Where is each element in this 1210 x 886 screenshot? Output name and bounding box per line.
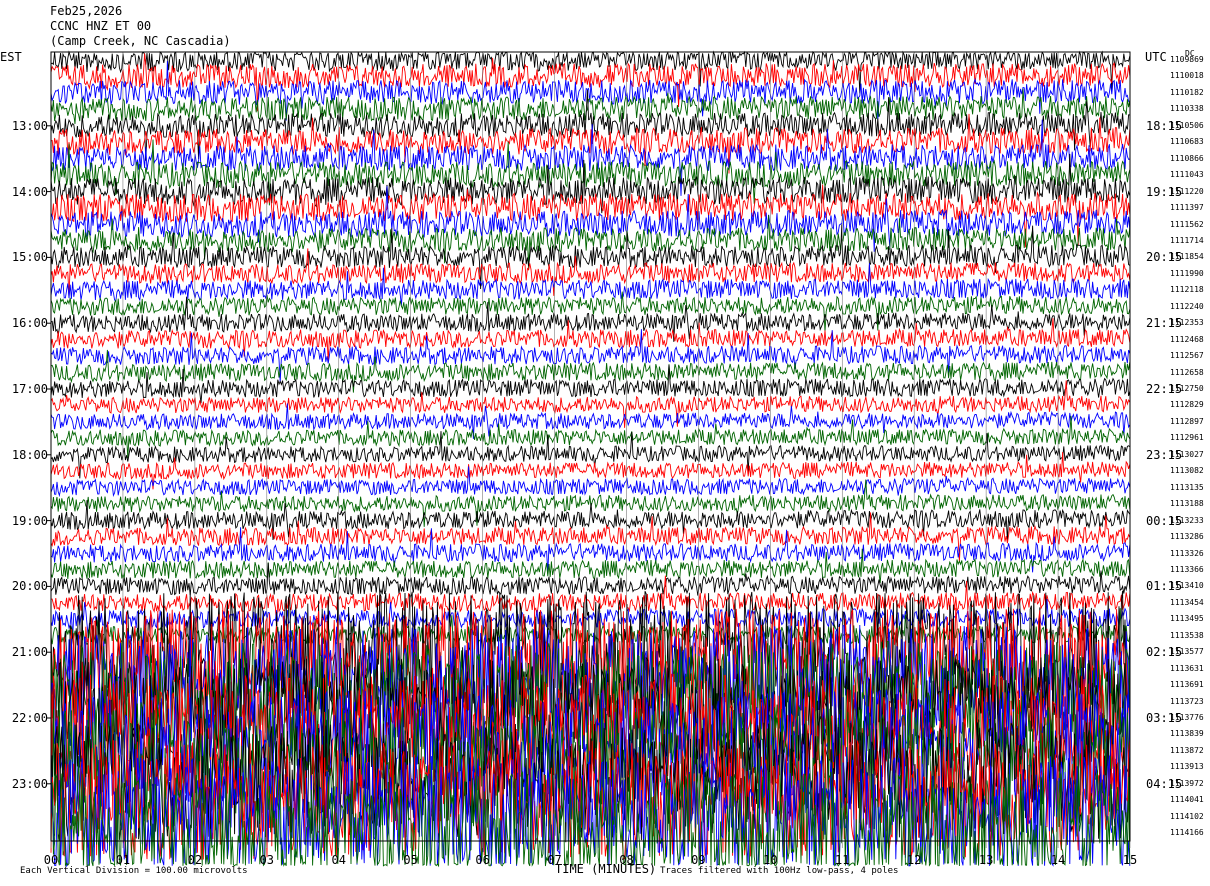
dc-offset-label: 1113027 <box>1170 449 1204 459</box>
dc-offset-label: 1111562 <box>1170 219 1204 229</box>
trace-line <box>50 562 1131 596</box>
dc-offset-label: 1110506 <box>1170 120 1204 130</box>
left-hour-label: 18:00 <box>11 447 48 462</box>
x-tick-label: 12 <box>906 853 922 867</box>
dc-offset-label: 1113188 <box>1170 499 1204 509</box>
dc-offset-label: 1113577 <box>1170 647 1204 657</box>
x-tick-label: 06 <box>475 853 490 867</box>
trace-line <box>50 60 1130 121</box>
dc-offset-label: 1111397 <box>1170 203 1204 213</box>
trace-group <box>50 50 1131 868</box>
dc-offset-label: 1113326 <box>1170 548 1204 558</box>
dc-offset-label: 1113839 <box>1170 729 1204 739</box>
trace-line <box>50 431 1131 479</box>
dc-offset-label: 1113233 <box>1170 515 1204 525</box>
dc-offset-label: 1114041 <box>1170 795 1204 805</box>
left-hour-label: 21:00 <box>11 645 48 660</box>
dc-offset-label: 1112897 <box>1170 416 1204 426</box>
dc-offset-label: 1113135 <box>1170 482 1204 492</box>
left-hour-label: 14:00 <box>11 184 48 199</box>
footer-left-note: Each Vertical Division = 100.00 microvol… <box>20 866 248 876</box>
left-hour-label: 16:00 <box>11 316 48 331</box>
dc-offset-label: 1111043 <box>1170 170 1204 180</box>
dc-offset-label: 1112567 <box>1170 351 1204 361</box>
dc-offset-label: 1111220 <box>1170 186 1204 196</box>
dc-offset-label: 1113723 <box>1170 696 1204 706</box>
dc-offset-label: 1113776 <box>1170 713 1204 722</box>
dc-offset-label: 1110338 <box>1170 104 1204 114</box>
x-tick-label: 13 <box>978 853 994 867</box>
dc-offset-label: 1113454 <box>1170 597 1204 607</box>
dc-offset-label: 1112118 <box>1170 285 1204 295</box>
dc-offset-label: 1112750 <box>1170 384 1204 393</box>
left-hour-label: 22:00 <box>11 711 48 725</box>
trace-line <box>50 318 1131 362</box>
dc-offset-label: 1113913 <box>1170 762 1204 772</box>
dc-offset-label: 1113286 <box>1170 532 1204 542</box>
dc-offset-label: 1109869 <box>1170 55 1204 64</box>
dc-offset-label: 1112961 <box>1170 433 1204 443</box>
dc-offset-label: 1111990 <box>1170 268 1204 278</box>
dc-offset-label: 1110182 <box>1170 87 1204 97</box>
dc-offset-label: 1110866 <box>1170 153 1204 163</box>
dc-offset-label: 1112353 <box>1170 318 1204 328</box>
dc-offset-label: 1112240 <box>1170 301 1204 311</box>
dc-offset-label: 1111854 <box>1170 252 1204 262</box>
dc-offset-label: 1113410 <box>1170 581 1204 591</box>
dc-offset-label: 1111714 <box>1170 235 1204 245</box>
x-tick-label: 01 <box>115 853 131 867</box>
x-tick-label: 14 <box>1050 853 1066 867</box>
dc-offset-label: 1114166 <box>1170 828 1204 838</box>
dc-offset-label: 1112658 <box>1170 367 1204 377</box>
dc-offset-label: 1113631 <box>1170 663 1204 673</box>
x-tick-label: 10 <box>763 853 778 867</box>
x-tick-label: 15 <box>1122 853 1138 867</box>
dc-offset-label: 1113082 <box>1170 466 1204 476</box>
left-hour-label: 13:00 <box>11 118 48 133</box>
x-tick-label: 05 <box>403 853 418 867</box>
trace-line <box>50 466 1131 498</box>
trace-line <box>50 527 1131 574</box>
x-tick-label: 00 <box>43 853 59 867</box>
left-hour-label: 23:00 <box>11 776 48 791</box>
footer-right-note: Traces filtered with 100Hz low-pass, 4 p… <box>660 866 899 876</box>
left-hour-label: 15:00 <box>11 250 48 265</box>
footer-xlabel: TIME (MINUTES) <box>555 862 657 876</box>
left-hour-label: 20:00 <box>11 579 48 594</box>
dc-offset-label: 1112829 <box>1170 400 1204 410</box>
trace-line <box>50 415 1131 459</box>
x-tick-label: 02 <box>187 853 203 867</box>
left-hour-label: 17:00 <box>11 382 48 396</box>
dc-offset-label: 1112468 <box>1170 334 1204 344</box>
x-tick-label: 09 <box>691 853 706 867</box>
dc-offset-label: 1113972 <box>1170 778 1204 788</box>
dc-offset-label: 1113872 <box>1170 745 1204 755</box>
dc-offset-label: 1110018 <box>1170 71 1204 81</box>
dc-offset-label: 1114102 <box>1170 811 1204 821</box>
dc-offset-label: 1110683 <box>1170 137 1204 147</box>
x-tick-label: 04 <box>331 853 346 867</box>
dc-offset-label: 1113538 <box>1170 630 1204 640</box>
dc-offset-label: 1113691 <box>1170 680 1204 690</box>
dc-offset-label: 1113495 <box>1170 614 1204 624</box>
trace-line <box>50 224 1131 290</box>
x-tick-label: 03 <box>259 853 275 867</box>
seismogram-plot <box>47 50 1131 868</box>
dc-offset-label: 1113366 <box>1170 564 1204 574</box>
left-hour-label: 19:00 <box>11 513 48 528</box>
x-tick-label: 11 <box>835 853 850 867</box>
